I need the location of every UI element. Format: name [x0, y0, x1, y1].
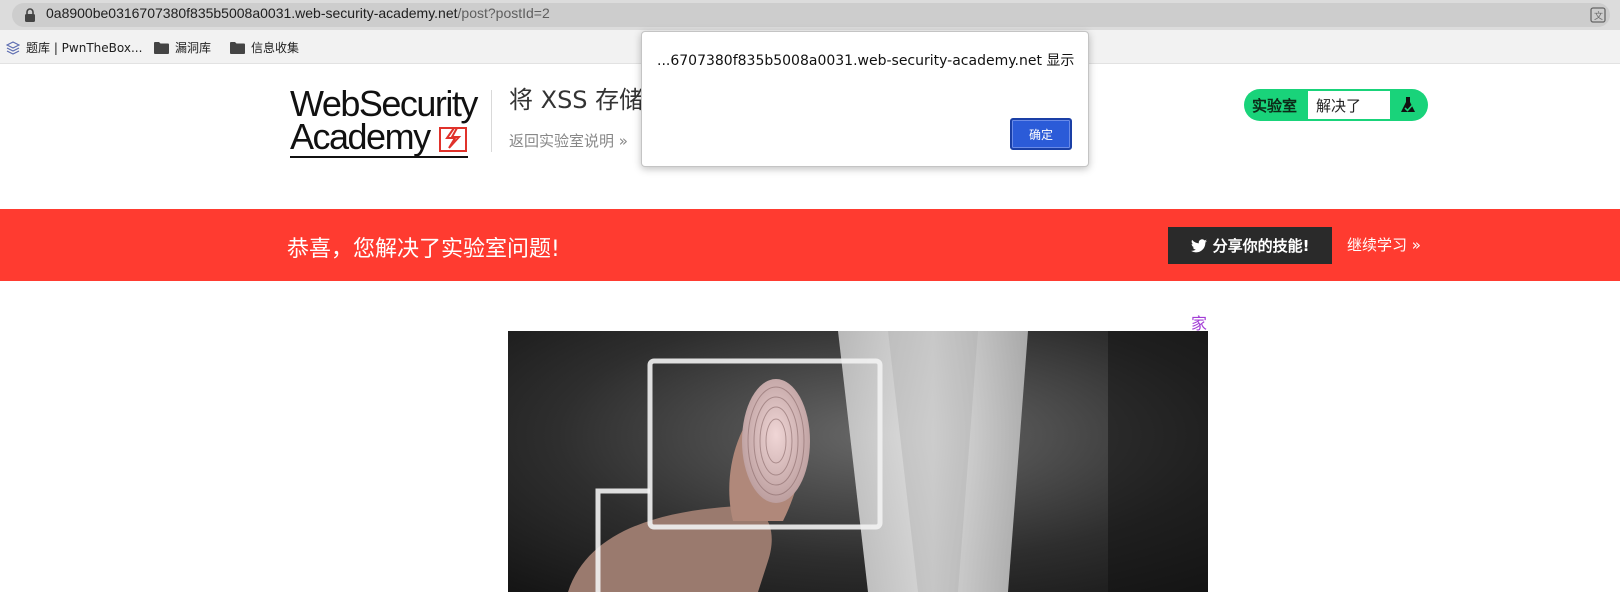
folder-icon — [230, 42, 245, 54]
web-security-academy-logo[interactable]: WebSecurity Academy — [290, 86, 490, 158]
bookmark-label: 信息收集 — [251, 41, 300, 55]
share-skills-button[interactable]: 分享你的技能! — [1168, 227, 1332, 264]
back-to-lab-link[interactable]: 返回实验室说明 » — [509, 130, 628, 151]
header-divider — [491, 90, 492, 152]
solved-banner: 恭喜，您解决了实验室问题! 分享你的技能! 继续学习 » — [0, 209, 1620, 281]
alert-message: ...6707380f835b5008a0031.web-security-ac… — [657, 53, 1075, 69]
share-skills-label: 分享你的技能! — [1212, 237, 1310, 255]
bookmark-label: 漏洞库 — [175, 41, 212, 55]
continue-learning-link[interactable]: 继续学习 » — [1347, 234, 1421, 255]
svg-text:文: 文 — [1594, 10, 1603, 22]
folder-icon — [154, 42, 169, 54]
lab-title: 将 XSS 存储 — [509, 86, 644, 114]
post-image — [508, 331, 1208, 592]
flask-icon — [1401, 97, 1415, 112]
translate-icon[interactable]: 文 — [1590, 7, 1606, 23]
url-host: 0a8900be0316707380f835b5008a0031.web-sec… — [46, 5, 458, 21]
layers-icon — [6, 40, 20, 55]
lab-status-label: 实验室 — [1252, 97, 1298, 115]
logo-underline — [290, 156, 468, 158]
alert-ok-button[interactable]: 确定 — [1010, 118, 1072, 150]
lab-status-widget: 实验室 解决了 — [1244, 89, 1428, 121]
bookmark-vuln-lib[interactable]: 漏洞库 — [154, 39, 211, 56]
alert-dialog: ...6707380f835b5008a0031.web-security-ac… — [641, 31, 1089, 167]
url-path: /post?postId=2 — [457, 5, 550, 21]
lock-icon — [25, 8, 35, 22]
fingerprint-image — [508, 331, 1208, 592]
bookmark-label: 题库 | PwnTheBox... — [26, 41, 143, 55]
logo-bolt-icon — [439, 127, 467, 152]
twitter-icon — [1190, 238, 1207, 252]
address-bar: 0a8900be0316707380f835b5008a0031.web-sec… — [0, 0, 1620, 30]
solved-message: 恭喜，您解决了实验室问题! — [287, 237, 560, 262]
bookmark-pwnthebox[interactable]: 题库 | PwnTheBox... — [6, 39, 142, 56]
lab-status-state: 解决了 — [1308, 91, 1390, 119]
url-text[interactable]: 0a8900be0316707380f835b5008a0031.web-sec… — [46, 5, 550, 21]
bookmark-info-gathering[interactable]: 信息收集 — [230, 39, 299, 56]
logo-line2: Academy — [290, 116, 431, 157]
